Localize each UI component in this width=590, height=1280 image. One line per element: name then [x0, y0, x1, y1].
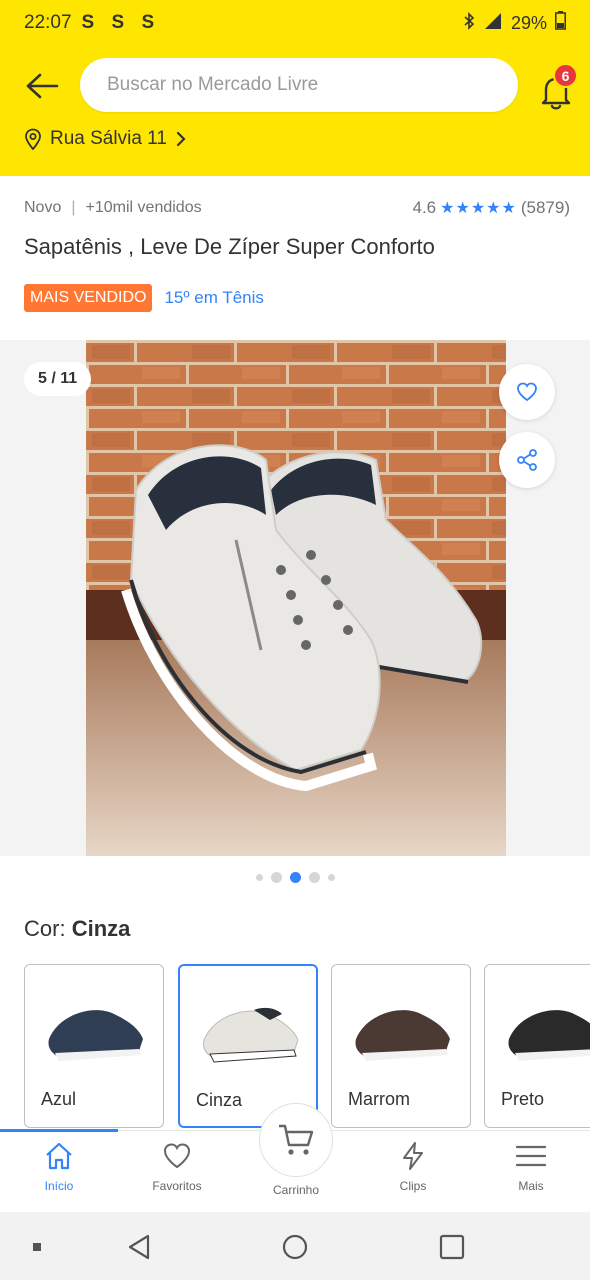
heart-icon	[163, 1143, 191, 1169]
address-text: Rua Sálvia 11	[50, 128, 167, 149]
back-button[interactable]	[20, 66, 64, 106]
variant-preto[interactable]: Preto	[484, 964, 590, 1128]
variant-shoe-image	[203, 1007, 299, 1063]
chevron-right-icon	[176, 131, 186, 147]
nav-clips[interactable]: Clips	[354, 1141, 472, 1193]
menu-icon	[515, 1145, 547, 1167]
pagination-dot	[327, 874, 335, 881]
nav-label: Favoritos	[152, 1179, 202, 1193]
nav-mais[interactable]: Mais	[472, 1141, 590, 1193]
notification-badge: 6	[553, 63, 578, 88]
variant-label: Cinza	[196, 1090, 243, 1110]
best-seller-badge: MAIS VENDIDO	[24, 284, 153, 312]
share-icon	[517, 449, 537, 471]
category-rank-link[interactable]: 15º em Tênis	[164, 288, 263, 308]
pagination-dot-active	[289, 872, 301, 883]
bottom-navigation: Início Favoritos Carrinho Clips Mais	[0, 1103, 590, 1212]
nav-label: Carrinho	[272, 1183, 320, 1197]
back-arrow-icon	[26, 73, 59, 99]
variant-shoe-image	[355, 1010, 450, 1061]
color-label-prefix: Cor:	[24, 916, 72, 941]
rating-value: 4.6	[412, 198, 437, 217]
pagination-dot	[270, 872, 282, 883]
variant-marrom[interactable]: Marrom	[331, 964, 471, 1128]
bluetooth-icon	[463, 11, 475, 35]
heart-icon	[517, 382, 537, 402]
rating-stars: ★★★★★	[440, 200, 517, 217]
badge-row: MAIS VENDIDO 15º em Tênis	[24, 284, 264, 312]
search-placeholder: Buscar no Mercado Livre	[107, 74, 319, 95]
cart-button[interactable]	[259, 1103, 333, 1177]
system-recents-icon[interactable]	[437, 1232, 467, 1262]
variant-shoe-image	[508, 1010, 590, 1061]
pagination-dot	[308, 872, 320, 883]
status-time: 22:07	[24, 12, 72, 33]
meta-divider: |	[71, 199, 76, 216]
nav-inicio[interactable]: Início	[0, 1141, 118, 1193]
variant-label: Azul	[41, 1089, 77, 1109]
pagination-dot	[255, 874, 263, 881]
variant-azul[interactable]: Azul	[24, 964, 164, 1128]
home-icon	[46, 1142, 72, 1170]
recent-dot-icon[interactable]	[22, 1232, 52, 1262]
review-count: (5879)	[520, 198, 570, 217]
signal-icon	[483, 12, 503, 35]
sneaker-photo-illustration	[86, 340, 506, 856]
nav-favoritos[interactable]: Favoritos	[118, 1141, 236, 1193]
product-condition: Novo	[24, 199, 62, 216]
system-navigation-bar	[0, 1212, 590, 1280]
photo-counter: 5 / 11	[24, 362, 92, 396]
lightning-icon	[403, 1142, 423, 1170]
share-button[interactable]	[499, 432, 555, 488]
header: Buscar no Mercado Livre 6 Rua Sálvia 11	[0, 46, 590, 176]
location-pin-icon	[25, 128, 41, 150]
address-selector[interactable]: Rua Sálvia 11	[24, 128, 187, 150]
system-back-icon[interactable]	[124, 1232, 154, 1262]
battery-icon	[555, 11, 566, 35]
sold-count: +10mil vendidos	[85, 199, 202, 216]
favorite-button[interactable]	[499, 364, 555, 420]
rating-summary[interactable]: 4.6 ★★★★★ (5879)	[413, 198, 571, 218]
nav-label: Início	[44, 1179, 74, 1193]
variant-label: Marrom	[348, 1089, 410, 1109]
color-selector-label: Cor: Cinza	[24, 916, 130, 942]
variant-label: Preto	[501, 1089, 545, 1109]
gallery-pagination	[0, 872, 590, 883]
nav-label: Mais	[518, 1179, 544, 1193]
product-title: Sapatênis , Leve De Zíper Super Conforto	[24, 234, 435, 259]
selected-color: Cinza	[71, 916, 131, 941]
battery-percentage: 29%	[510, 12, 547, 33]
product-photo[interactable]	[86, 340, 506, 856]
search-input[interactable]: Buscar no Mercado Livre	[80, 58, 518, 112]
cart-icon	[279, 1124, 314, 1155]
variant-shoe-image	[48, 1010, 143, 1061]
nav-label: Clips	[399, 1179, 427, 1193]
status-bar: 22:07 S S S 29%	[0, 0, 590, 46]
product-meta: Novo | +10mil vendidos 4.6 ★★★★★ (5879)	[24, 198, 570, 218]
image-gallery[interactable]: 5 / 11	[0, 340, 590, 856]
notification-icons: S S S	[81, 12, 161, 33]
active-tab-indicator	[0, 1129, 118, 1132]
status-right: 29%	[463, 11, 566, 35]
system-home-icon[interactable]	[280, 1232, 310, 1262]
